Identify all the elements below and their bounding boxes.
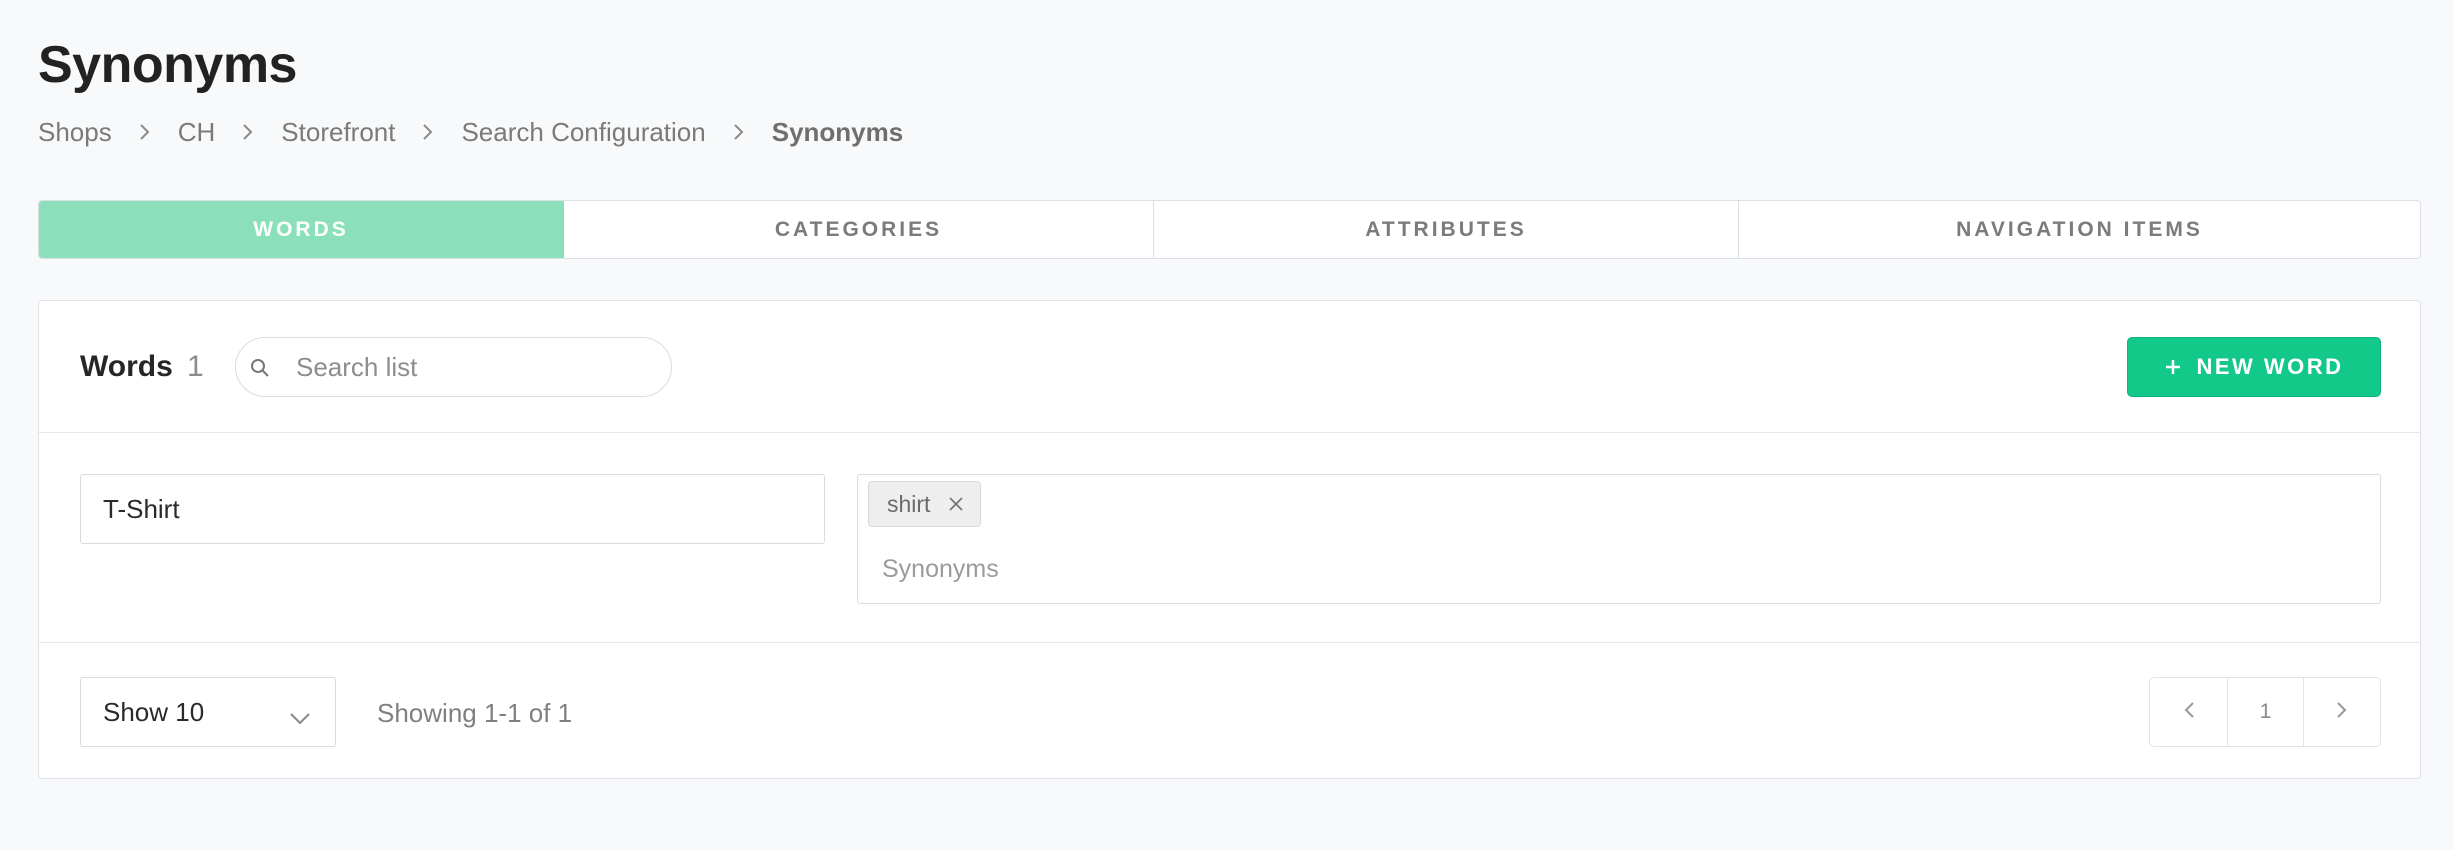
page-number-button[interactable]: 1 bbox=[2228, 678, 2304, 746]
page-size-select[interactable]: Show 10 bbox=[80, 677, 336, 747]
search-icon bbox=[248, 356, 272, 380]
card-header: Words 1 NEW WORD bbox=[39, 301, 2420, 433]
breadcrumb-item-synonyms: Synonyms bbox=[771, 116, 904, 147]
breadcrumb-item-shops[interactable]: Shops bbox=[38, 117, 112, 148]
tab-attributes[interactable]: ATTRIBUTES bbox=[1154, 201, 1739, 258]
new-word-button-label: NEW WORD bbox=[2196, 354, 2344, 379]
tab-navigation-items[interactable]: NAVIGATION ITEMS bbox=[1739, 201, 2420, 258]
word-input[interactable] bbox=[80, 474, 825, 544]
chevron-right-icon bbox=[112, 112, 178, 152]
breadcrumb-item-storefront[interactable]: Storefront bbox=[281, 117, 395, 148]
list-item: shirt bbox=[39, 433, 2420, 643]
new-word-button[interactable]: NEW WORD bbox=[2127, 337, 2381, 397]
chevron-right-icon bbox=[706, 112, 772, 152]
chevron-right-icon bbox=[395, 112, 461, 152]
search-input[interactable] bbox=[296, 338, 656, 396]
next-page-button[interactable] bbox=[2304, 678, 2380, 746]
breadcrumb: Shops CH Storefront Search Configuration… bbox=[38, 112, 903, 152]
list-footer: Show 10 Showing 1-1 of 1 1 bbox=[39, 643, 2420, 780]
pagination: 1 bbox=[2149, 677, 2381, 747]
synonyms-input[interactable] bbox=[882, 549, 2282, 589]
synonym-tag-label: shirt bbox=[887, 490, 931, 517]
close-icon[interactable] bbox=[948, 496, 964, 512]
chevron-left-icon bbox=[2183, 701, 2195, 724]
list-title: Words bbox=[80, 350, 173, 383]
chevron-right-icon bbox=[2336, 701, 2348, 724]
breadcrumb-item-search-configuration[interactable]: Search Configuration bbox=[461, 117, 705, 148]
showing-text: Showing 1-1 of 1 bbox=[377, 698, 573, 728]
synonym-tag: shirt bbox=[868, 481, 982, 527]
previous-page-button[interactable] bbox=[2150, 678, 2228, 746]
tab-bar: WORDS CATEGORIES ATTRIBUTES NAVIGATION I… bbox=[38, 200, 2421, 259]
search-box bbox=[235, 337, 672, 397]
tab-words[interactable]: WORDS bbox=[39, 201, 564, 258]
plus-icon bbox=[2164, 358, 2182, 376]
breadcrumb-item-ch[interactable]: CH bbox=[178, 117, 216, 148]
tab-categories[interactable]: CATEGORIES bbox=[564, 201, 1154, 258]
page-title: Synonyms bbox=[38, 36, 297, 94]
page-size-label: Show 10 bbox=[103, 696, 205, 727]
words-card: Words 1 NEW WORD shirt bbox=[38, 300, 2421, 779]
synonyms-field[interactable]: shirt bbox=[857, 474, 2381, 604]
chevron-down-icon bbox=[289, 702, 311, 733]
chevron-right-icon bbox=[215, 112, 281, 152]
list-count: 1 bbox=[187, 350, 204, 383]
